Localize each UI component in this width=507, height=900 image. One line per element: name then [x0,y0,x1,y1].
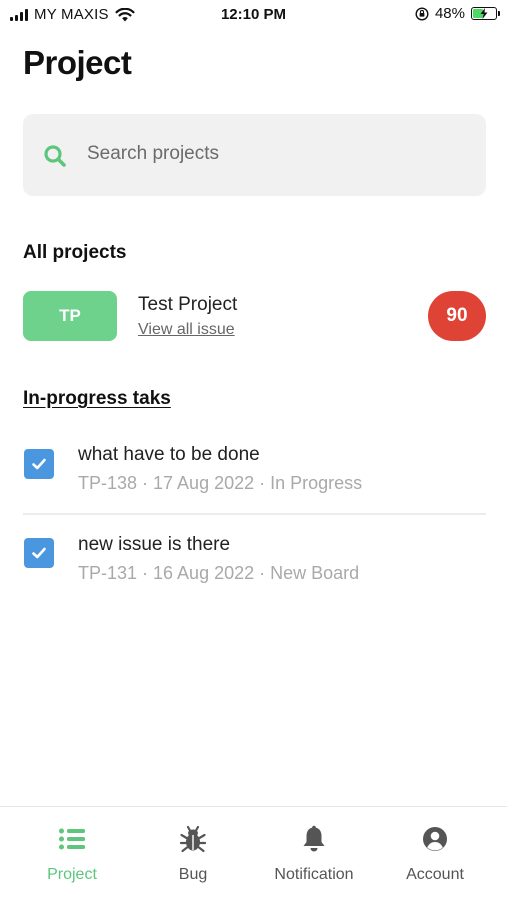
task-item[interactable]: new issue is there TP-131 · 16 Aug 2022 … [23,526,486,606]
page-title: Project [23,44,132,81]
tab-label: Project [47,866,97,883]
tab-label: Account [406,866,464,883]
battery-percent: 48% [434,5,465,22]
search-input[interactable] [87,140,467,168]
battery-icon [471,7,500,20]
task-meta: TP-131 · 16 Aug 2022 · New Board [78,563,360,583]
task-checkbox[interactable] [24,449,54,479]
checkmark-icon [32,547,46,559]
all-projects-heading: All projects [23,242,127,263]
tab-project[interactable]: Project [9,807,135,900]
task-checkbox[interactable] [24,538,54,568]
tab-label: Notification [274,866,354,883]
charging-bolt-icon [480,8,488,19]
bell-icon [303,825,325,852]
view-all-issue-link[interactable]: View all issue [138,321,235,339]
project-avatar[interactable]: TP [23,291,117,341]
bug-icon [179,825,207,853]
in-progress-heading: In-progress taks [23,388,171,409]
status-bar: MY MAXIS 12:10 PM 48% [0,0,507,30]
checkmark-icon [32,458,46,470]
tab-label: Bug [178,866,208,883]
project-name[interactable]: Test Project [138,294,237,316]
account-icon [423,827,447,851]
task-title: what have to be done [78,444,260,465]
task-meta: TP-138 · 17 Aug 2022 · In Progress [78,473,363,493]
tab-account[interactable]: Account [372,807,498,900]
rotation-lock-icon [415,6,429,21]
bottom-tab-bar: Project Bug Notification Account [0,806,507,900]
list-icon [59,828,85,850]
tab-notification[interactable]: Notification [251,807,377,900]
tab-bug[interactable]: Bug [130,807,256,900]
divider [23,513,486,515]
task-item[interactable]: what have to be done TP-138 · 17 Aug 202… [23,436,486,516]
search-icon [44,145,66,167]
issue-count-badge: 90 [428,291,486,341]
status-right: 48% [415,5,500,22]
task-title: new issue is there [78,534,231,555]
